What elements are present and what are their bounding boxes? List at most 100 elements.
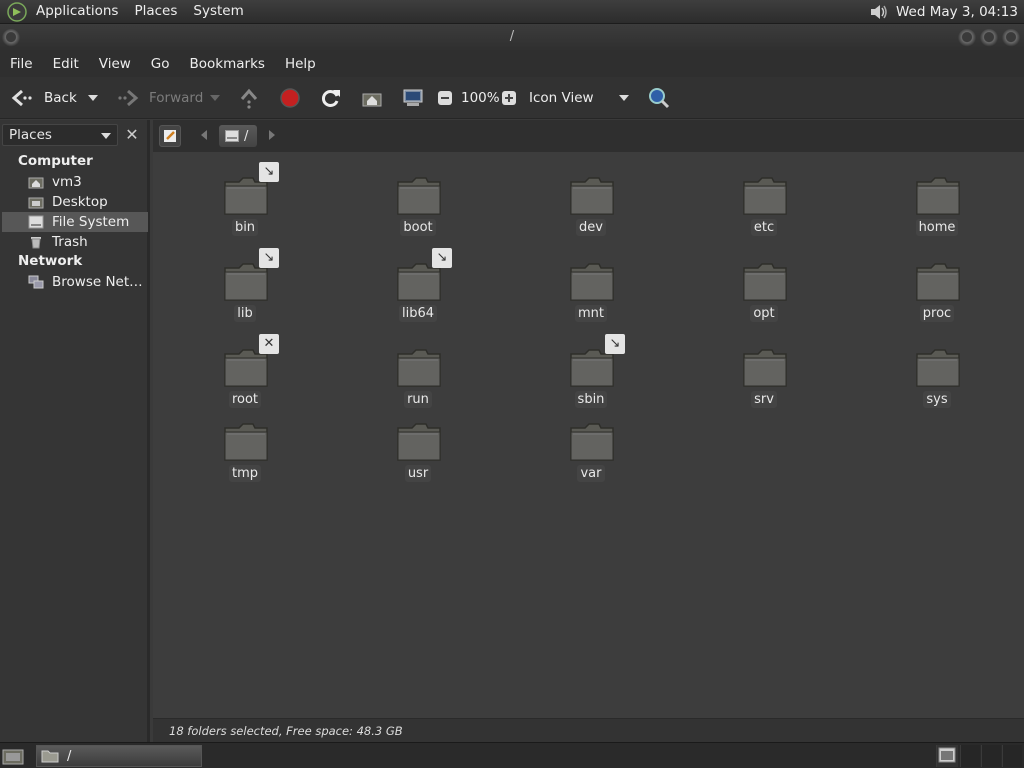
folder-label: bin [175,219,315,236]
folder-item[interactable]: ✕ root [175,324,315,408]
volume-icon[interactable] [868,1,890,23]
sidebar-item-label: Trash [52,234,88,250]
clock[interactable]: Wed May 3, 04:13 [890,4,1024,20]
folder-icon [396,348,442,392]
toggle-location-entry-button[interactable] [159,125,181,147]
chevron-down-icon [619,95,629,101]
folder-icon [223,348,269,392]
folder-label: boot [348,219,488,236]
folder-item[interactable]: ↘ sbin [521,324,661,408]
folder-icon [223,422,269,466]
symlink-emblem-icon: ↘ [259,248,279,268]
crumb-scroll-left-icon[interactable] [201,130,207,140]
folder-item[interactable]: sys [867,324,1007,408]
bottom-panel: / [0,742,1024,768]
forward-history-dropdown[interactable] [210,77,220,119]
path-crumb-root[interactable]: / [219,125,257,147]
sidebar: Places ✕ Computer vm3 Desktop File Syste… [0,120,150,742]
folder-item[interactable]: ↘ lib [175,238,315,322]
taskbar-window-button[interactable]: / [36,745,202,767]
computer-button[interactable] [402,77,424,119]
menu-edit[interactable]: Edit [43,56,89,72]
folder-icon [742,348,788,392]
folder-item[interactable]: run [348,324,488,408]
applications-menu[interactable]: Applications [28,0,126,24]
folder-item[interactable]: proc [867,238,1007,322]
folder-item[interactable]: dev [521,152,661,236]
folder-item[interactable]: etc [694,152,834,236]
system-menu[interactable]: System [185,0,251,24]
crumb-scroll-right-icon[interactable] [269,130,275,140]
toolbar: Back Forward 100% Icon View [0,77,1024,119]
folder-icon [223,262,269,306]
sidebar-selector[interactable]: Places [2,124,118,146]
folder-item[interactable]: mnt [521,238,661,322]
places-menu[interactable]: Places [126,0,185,24]
folder-name: var [577,465,605,482]
folder-name: mnt [575,305,607,322]
zoom-out-button[interactable] [437,77,453,119]
zoom-in-button[interactable] [501,77,517,119]
zoom-level[interactable]: 100% [461,77,500,119]
folder-label: proc [867,305,1007,322]
window-titlebar[interactable]: / [0,24,1024,51]
folder-icon [396,422,442,466]
view-mode-select[interactable]: Icon View [529,77,594,119]
folder-item[interactable]: srv [694,324,834,408]
menu-file[interactable]: File [0,56,43,72]
zoom-in-icon [502,91,516,105]
close-button[interactable] [1002,29,1020,47]
menu-go[interactable]: Go [141,56,180,72]
icon-view[interactable]: ↘ bin boot dev etc home ↘ lib ↘ lib64 mnt opt proc ✕ r… [153,152,1024,718]
view-mode-dropdown[interactable] [619,77,629,119]
folder-icon [569,262,615,306]
back-button[interactable]: Back [10,77,77,119]
reload-icon [321,90,340,107]
maximize-button[interactable] [980,29,998,47]
minimize-button[interactable] [958,29,976,47]
folder-name: sys [923,391,951,408]
forward-button[interactable]: Forward [116,77,203,119]
sidebar-section-network: Network [18,253,83,269]
sidebar-close-button[interactable]: ✕ [122,126,142,146]
folder-icon [915,262,961,306]
menu-view[interactable]: View [89,56,141,72]
folder-name: srv [751,391,777,408]
up-button[interactable] [238,77,260,119]
folder-icon [396,176,442,220]
distro-logo-icon[interactable] [6,1,28,23]
folder-item[interactable]: tmp [175,398,315,482]
reload-button[interactable] [320,77,342,119]
folder-item[interactable]: ↘ lib64 [348,238,488,322]
folder-item[interactable]: ↘ bin [175,152,315,236]
folder-item[interactable]: opt [694,238,834,322]
folder-item[interactable]: usr [348,398,488,482]
menu-bookmarks[interactable]: Bookmarks [180,56,275,72]
search-button[interactable] [647,77,671,119]
folder-label: sys [867,391,1007,408]
sidebar-item-desktop[interactable]: Desktop [2,192,148,212]
sidebar-item-vm3[interactable]: vm3 [2,172,148,192]
folder-label: home [867,219,1007,236]
menubar: File Edit View Go Bookmarks Help [0,51,1024,77]
home-button[interactable] [361,77,383,119]
folder-item[interactable]: home [867,152,1007,236]
unreadable-emblem-icon: ✕ [259,334,279,354]
workspace-3[interactable] [1002,745,1022,767]
folder-item[interactable]: boot [348,152,488,236]
stop-button[interactable] [279,77,301,119]
trash-applet[interactable] [936,745,958,767]
folder-icon [915,348,961,392]
menu-help[interactable]: Help [275,56,326,72]
show-desktop-icon[interactable] [2,746,24,766]
sidebar-item-file-system[interactable]: File System [2,212,148,232]
workspace-1[interactable] [960,745,980,767]
sidebar-item-trash[interactable]: Trash [2,232,148,252]
folder-item[interactable]: var [521,398,661,482]
folder-icon [569,348,615,392]
folder-name: home [915,219,959,236]
workspace-2[interactable] [981,745,1001,767]
back-history-dropdown[interactable] [88,77,98,119]
sidebar-item-browse-network[interactable]: Browse Net… [2,272,148,292]
top-panel: Applications Places System Wed May 3, 04… [0,0,1024,24]
